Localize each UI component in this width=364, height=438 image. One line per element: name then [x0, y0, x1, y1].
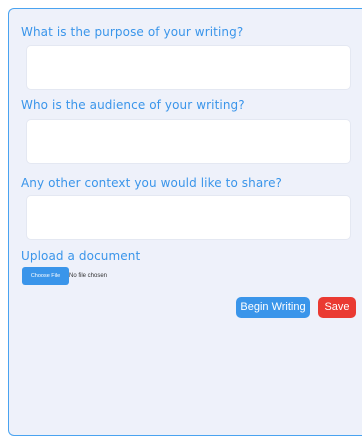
- audience-textarea[interactable]: [26, 119, 351, 164]
- purpose-textarea[interactable]: [26, 45, 351, 90]
- begin-writing-button[interactable]: Begin Writing: [236, 297, 310, 318]
- save-button[interactable]: Save: [318, 297, 356, 318]
- file-status-text: No file chosen: [69, 273, 108, 279]
- audience-question-label: Who is the audience of your writing?: [21, 98, 245, 112]
- choose-file-button[interactable]: Choose File: [22, 267, 69, 285]
- writing-context-panel: What is the purpose of your writing? Who…: [8, 8, 362, 436]
- upload-label: Upload a document: [21, 249, 141, 263]
- purpose-question-label: What is the purpose of your writing?: [21, 25, 244, 39]
- context-textarea[interactable]: [26, 195, 351, 240]
- context-question-label: Any other context you would like to shar…: [21, 176, 283, 190]
